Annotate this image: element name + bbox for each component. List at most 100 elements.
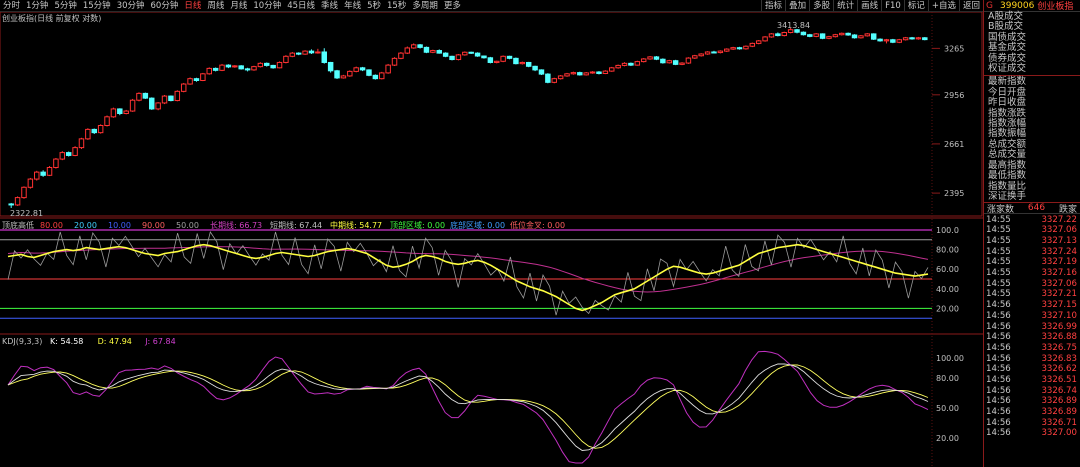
candle-body — [474, 52, 481, 57]
tick-price: 3327.06 — [1041, 225, 1077, 236]
period-tab-9[interactable]: 10分钟 — [250, 0, 284, 11]
period-tab-5[interactable]: 60分钟 — [148, 0, 182, 11]
candle-body — [839, 32, 845, 36]
tick-list[interactable]: 14:55 3327.22 14:55 3327.06 14:55 3327.13 14:5… — [984, 214, 1080, 439]
tick-price: 3327.21 — [1041, 289, 1077, 300]
period-tab-12[interactable]: 年线 — [341, 0, 364, 11]
tick-time: 14:56 — [986, 407, 1011, 418]
candle-body — [807, 34, 813, 37]
tick-row: 14:55 3327.13 — [984, 236, 1080, 247]
candle-body — [577, 72, 583, 76]
period-tab-13[interactable]: 5秒 — [364, 0, 384, 11]
mid-term-line — [7, 243, 929, 312]
index-name[interactable]: 创业板指 — [1037, 0, 1073, 12]
osc-axis-label: 80.00 — [936, 246, 959, 255]
index-stats-list: 最新指数 今日开盘 昨日收盘 指数涨跌 指数涨幅 指数振幅 总成交额 总成交量 最高指数 最低指数… — [984, 77, 1080, 202]
period-tab-6[interactable]: 日线 — [181, 0, 204, 11]
candle-body — [334, 70, 340, 79]
candle-body — [353, 67, 359, 72]
tick-row: 14:55 3327.24 — [984, 246, 1080, 257]
osc-indicator-value: 顶部区域: 0.00 — [390, 220, 445, 230]
period-tab-4[interactable]: 30分钟 — [114, 0, 148, 11]
candle-body — [513, 57, 519, 65]
candle-body — [538, 69, 545, 75]
tick-time: 14:56 — [986, 310, 1011, 321]
candle-body — [174, 90, 181, 102]
osc-axis-label: 60.00 — [936, 265, 959, 274]
chart-area[interactable]: 创业板指(日线 前复权 对数) 3265 2956 2661 2395 3413.84 23… — [0, 12, 983, 467]
period-tab-16[interactable]: 更多 — [441, 0, 464, 11]
candle-body — [902, 37, 909, 41]
candle-body — [692, 55, 698, 59]
candle-body — [666, 60, 672, 64]
candle-body — [455, 54, 462, 61]
candle-body — [717, 50, 724, 54]
tool-button-7[interactable]: +自选 — [927, 0, 959, 11]
kdj-j-line — [7, 350, 929, 464]
candle-body — [743, 45, 749, 50]
candle-body — [327, 61, 334, 72]
candle-body — [704, 51, 711, 55]
candle-body — [564, 73, 570, 77]
tool-button-6[interactable]: 标记 — [903, 0, 928, 11]
candle-body — [372, 74, 379, 80]
period-tab-0[interactable]: 分时 — [0, 0, 23, 11]
tool-button-4[interactable]: 画线 — [857, 0, 881, 11]
kdj-indicator-value: D: 47.94 — [98, 337, 132, 346]
candle-body — [423, 46, 430, 53]
candle-body — [864, 33, 871, 37]
candle-body — [366, 69, 372, 76]
price-axis-label: 2661 — [944, 140, 964, 149]
tool-button-8[interactable]: 返回 — [958, 0, 983, 11]
candle-body — [142, 92, 149, 99]
candle-body — [200, 73, 206, 82]
candle-body — [628, 62, 634, 66]
index-code[interactable]: 399006 — [1000, 1, 1034, 11]
period-tab-14[interactable]: 15秒 — [384, 0, 409, 11]
osc-indicator-value: 50.00 — [176, 221, 199, 230]
tick-price: 3327.00 — [1041, 428, 1077, 439]
period-tab-3[interactable]: 15分钟 — [80, 0, 114, 11]
osc-indicator-value: 长期线: 66.73 — [210, 220, 262, 230]
tool-group: 指标 叠加 多股 统计 画线 F10 标记 +自选 返回 — [761, 0, 983, 11]
price-axis-label: 2956 — [944, 91, 964, 100]
candle-body — [819, 33, 826, 39]
period-tab-7[interactable]: 周线 — [204, 0, 227, 11]
osc-axis-label: 40.00 — [936, 285, 959, 294]
candle-body — [462, 51, 468, 56]
candle-body — [698, 53, 704, 57]
chart-svg[interactable]: 创业板指(日线 前复权 对数) 3265 2956 2661 2395 3413.84 23… — [0, 12, 983, 467]
tool-button-2[interactable]: 多股 — [809, 0, 833, 11]
tick-price: 3326.71 — [1041, 417, 1077, 428]
tick-row: 14:56 3326.99 — [984, 321, 1080, 332]
candle-body — [679, 62, 685, 65]
low-price-label: 2322.81 — [10, 209, 43, 218]
period-list: 分时 1分钟 5分钟 15分钟 30分钟 60分钟 日线 周线 月线 10分钟 45日线 季线 年线 5秒… — [0, 0, 464, 11]
volume-stats-list: A股成交 B股成交 国债成交 基金成交 债券成交 权证成交 — [984, 11, 1080, 74]
candle-body — [385, 64, 391, 74]
candle-body — [40, 171, 46, 176]
candle-body — [506, 55, 513, 59]
tick-time: 14:56 — [986, 353, 1011, 364]
period-tab-11[interactable]: 季线 — [318, 0, 341, 11]
tick-time: 14:56 — [986, 342, 1011, 353]
period-tab-1[interactable]: 1分钟 — [23, 0, 51, 11]
tick-time: 14:55 — [986, 236, 1011, 247]
candle-body — [359, 67, 366, 71]
period-tab-10[interactable]: 45日线 — [284, 0, 318, 11]
osc-axis-label: 100.0 — [936, 226, 959, 235]
chart-title: 创业板指(日线 前复权 对数) — [2, 13, 101, 23]
candle-body — [557, 75, 564, 80]
period-tab-15[interactable]: 多周期 — [409, 0, 441, 11]
tool-button-3[interactable]: 统计 — [833, 0, 857, 11]
tool-button-0[interactable]: 指标 — [761, 0, 785, 11]
candle-body — [347, 70, 353, 77]
tool-button-5[interactable]: F10 — [881, 0, 904, 11]
tick-row: 14:56 3326.89 — [984, 407, 1080, 418]
period-tab-8[interactable]: 月线 — [227, 0, 250, 11]
tick-row: 14:56 3326.62 — [984, 364, 1080, 375]
tool-button-1[interactable]: 叠加 — [785, 0, 809, 11]
period-tab-2[interactable]: 5分钟 — [51, 0, 79, 11]
tick-time: 14:56 — [986, 332, 1011, 343]
osc-indicator-value: 90.00 — [142, 221, 165, 230]
